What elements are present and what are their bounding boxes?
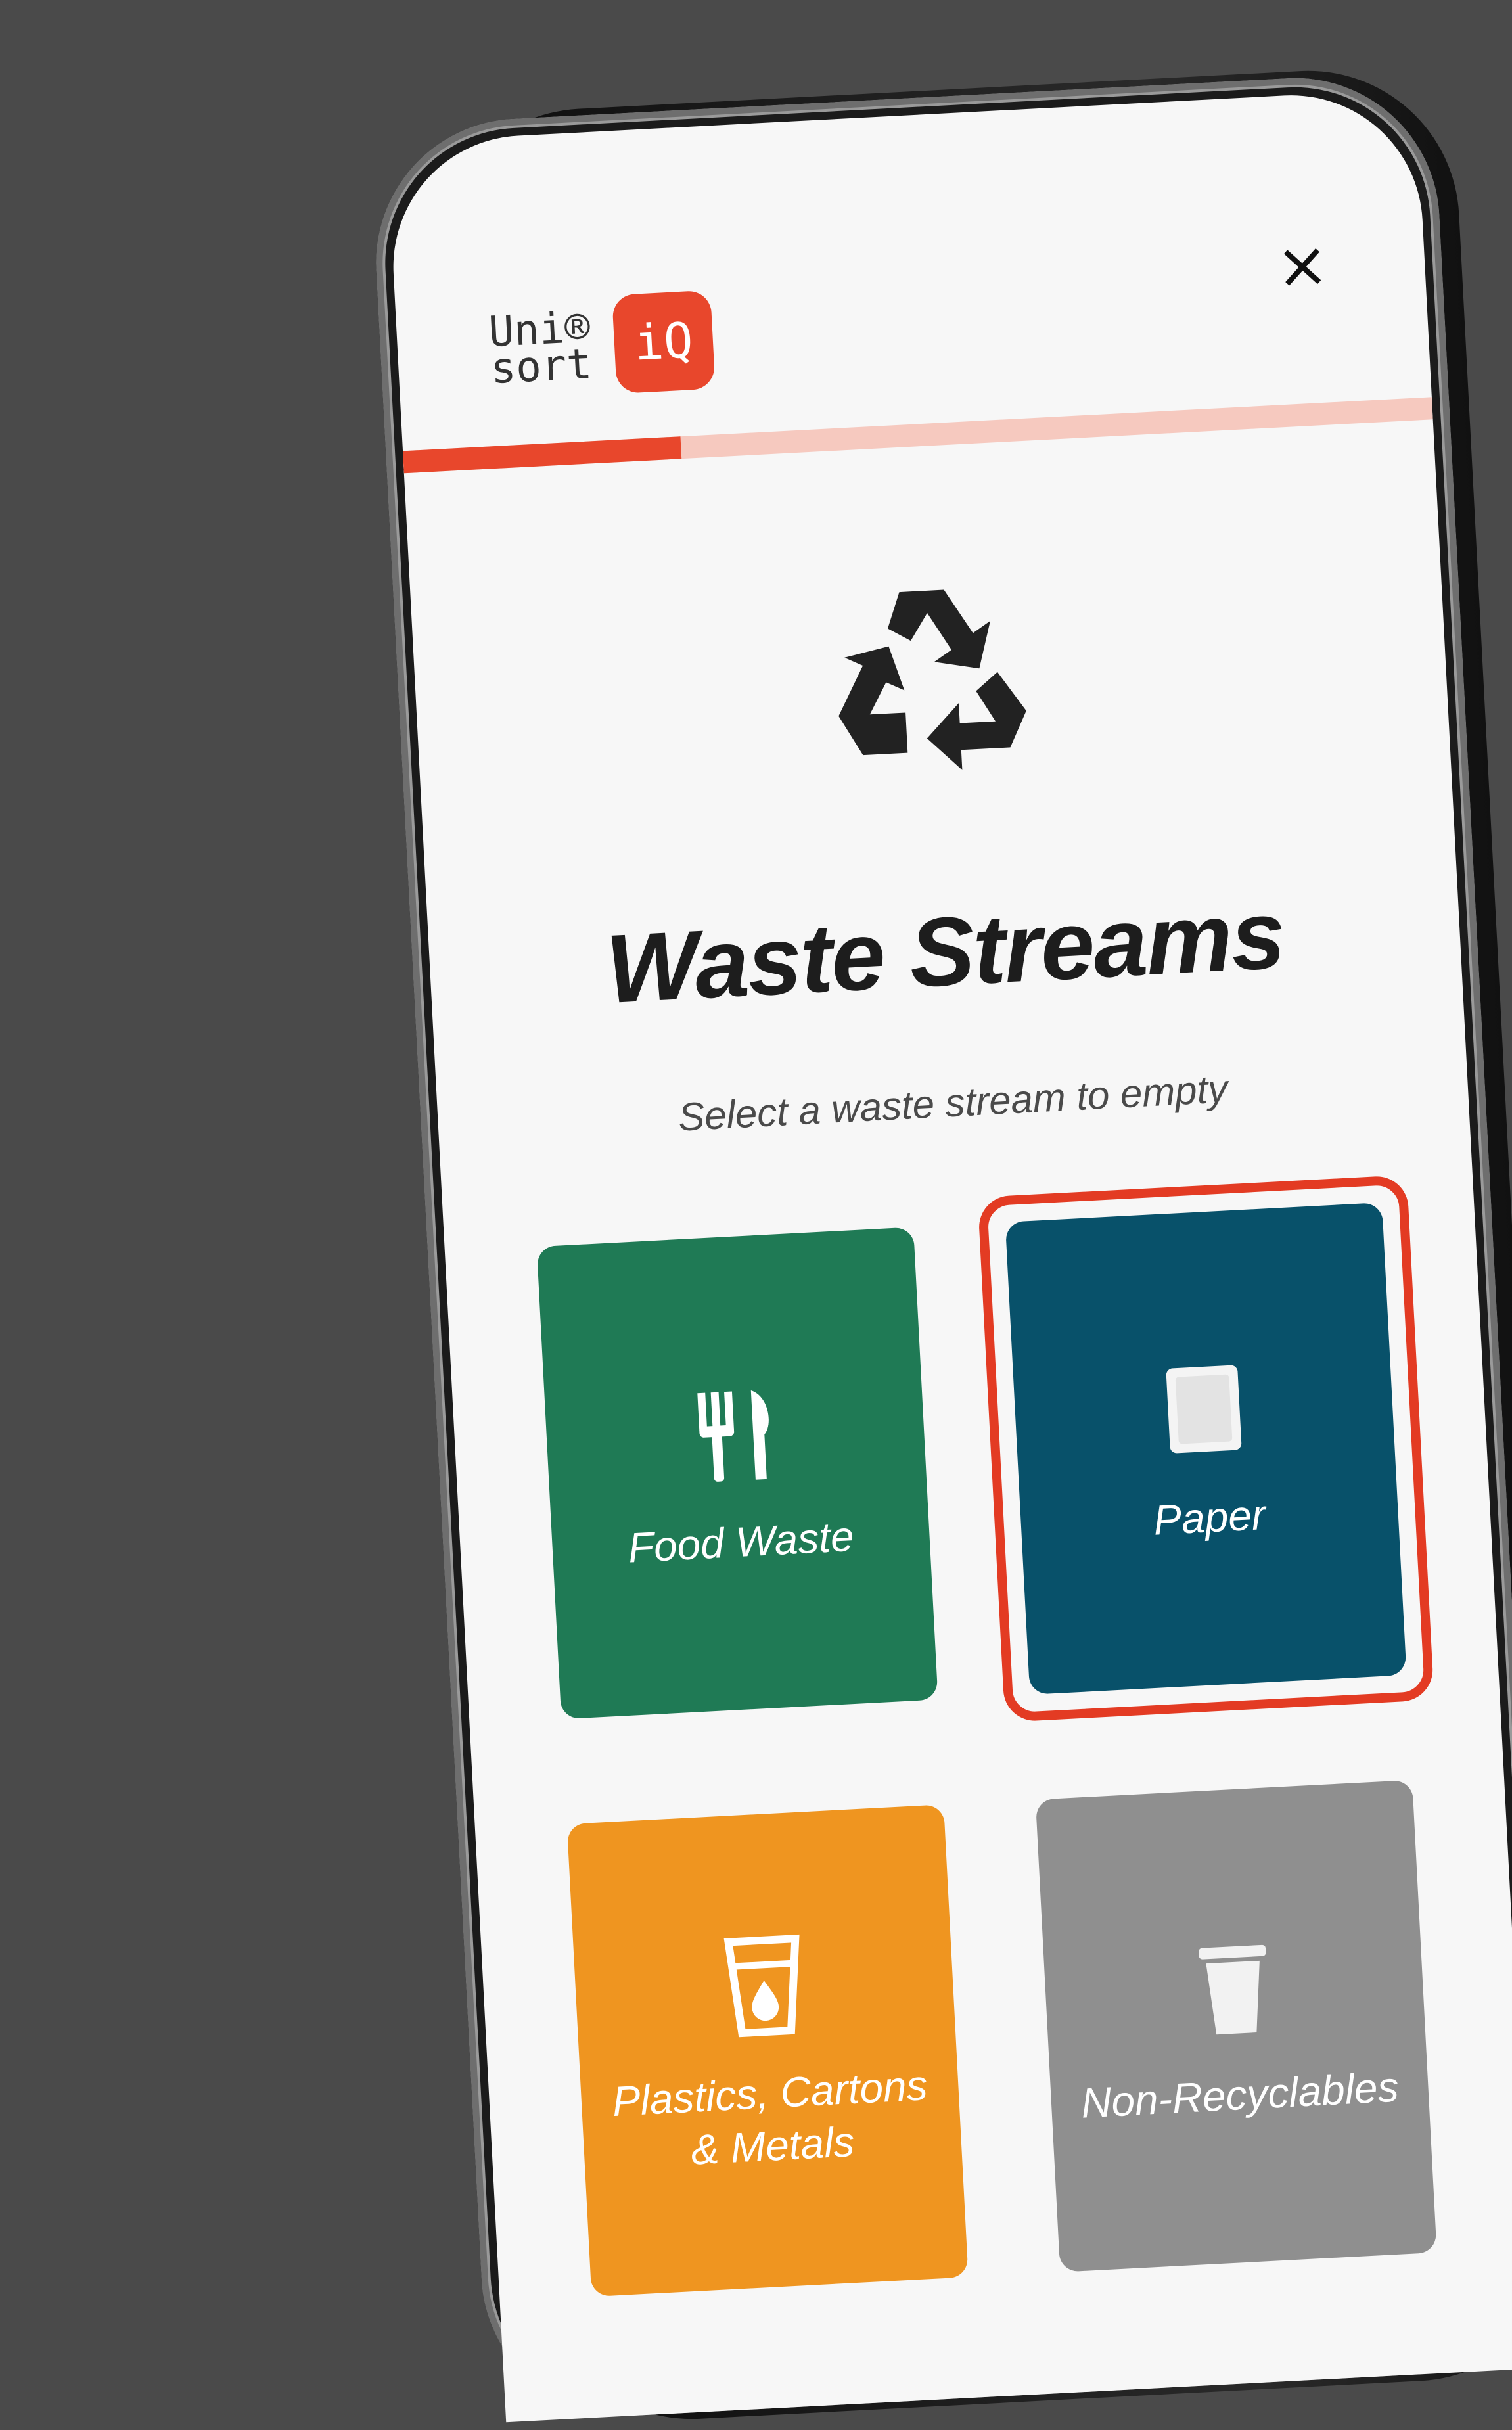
plastics-tile[interactable]: Plastics, Cartons & Metals	[566, 1804, 969, 2297]
paper-icon	[1166, 1365, 1242, 1454]
cup-icon	[723, 1934, 800, 2038]
phone-bezel: × Uni® sort iQ Waste Streams Select a wa…	[369, 70, 1512, 2423]
paper-tile[interactable]: Paper	[1005, 1202, 1407, 1695]
non-recyclables-tile[interactable]: Non-Recyclables	[1035, 1779, 1437, 2272]
app-screen: × Uni® sort iQ Waste Streams Select a wa…	[386, 88, 1512, 2423]
waste-stream-grid: Food Waste Paper Plastics, Cartons & Met…	[536, 1202, 1437, 2297]
food-waste-tile[interactable]: Food Waste	[536, 1227, 938, 1720]
page-subtitle: Select a waste stream to empty	[677, 1066, 1229, 1139]
utensils-icon	[697, 1390, 769, 1482]
page-title: Waste Streams	[603, 880, 1287, 1024]
bin-icon	[1199, 1944, 1266, 2035]
unisort-logo: Uni® sort iQ	[487, 290, 716, 401]
tile-label: Paper	[1152, 1490, 1267, 1544]
progress-bar	[403, 397, 1433, 474]
tile-label: Plastics, Cartons & Metals	[610, 2061, 929, 2174]
tile-label: Non-Recyclables	[1080, 2063, 1400, 2127]
close-button[interactable]: ×	[1270, 227, 1334, 303]
recycle-icon	[838, 589, 1026, 770]
progress-fill	[403, 436, 682, 474]
logo-badge: iQ	[612, 290, 716, 394]
phone-device: × Uni® sort iQ Waste Streams Select a wa…	[369, 63, 1512, 2427]
logo-text: Uni® sort	[487, 303, 593, 394]
tile-label: Food Waste	[627, 1512, 856, 1572]
